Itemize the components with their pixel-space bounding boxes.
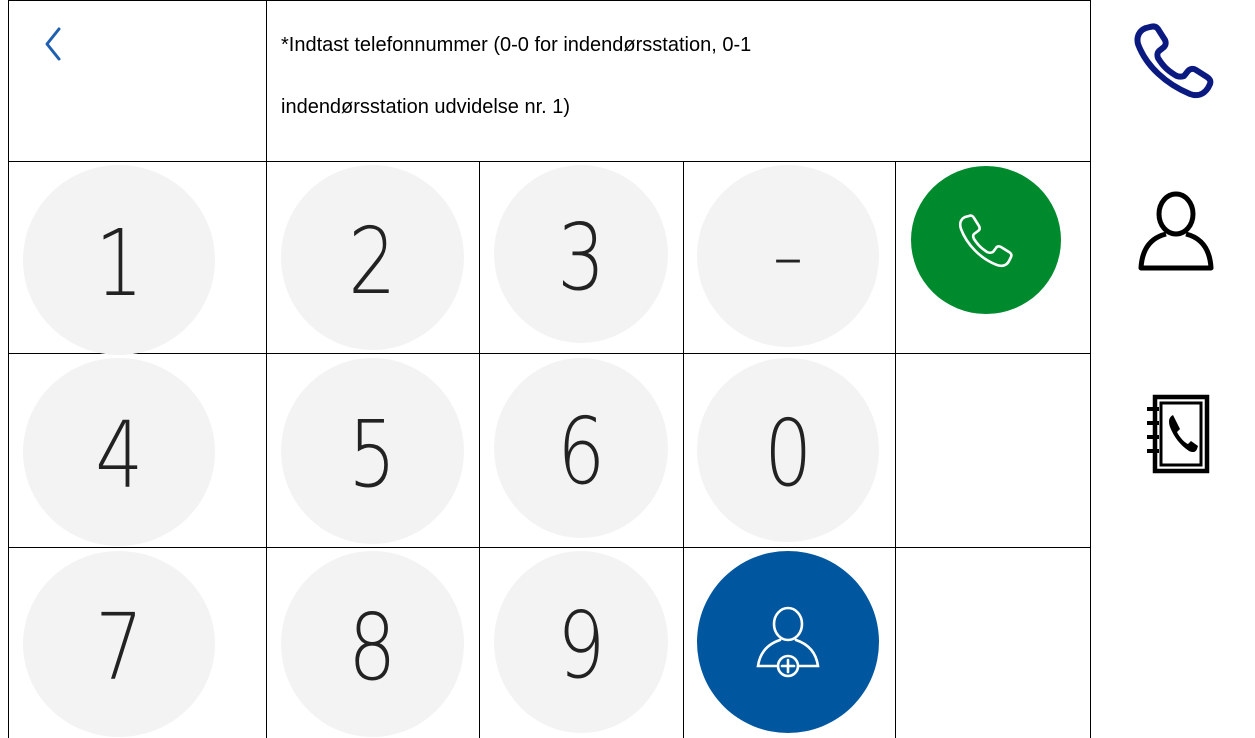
key-7[interactable]: 7 — [23, 551, 215, 737]
grid-line — [8, 161, 1091, 162]
call-button[interactable] — [911, 166, 1061, 314]
key-8[interactable]: 8 — [281, 551, 464, 737]
key-8-label: 8 — [348, 594, 397, 701]
key-3-label: 3 — [556, 204, 605, 311]
key-5-label: 5 — [348, 401, 397, 508]
key-4[interactable]: 4 — [23, 358, 215, 546]
grid-line — [266, 0, 267, 738]
side-tab-dial[interactable] — [1132, 22, 1218, 102]
key-0-label: 0 — [763, 400, 812, 507]
add-contact-icon — [756, 606, 820, 678]
key-5[interactable]: 5 — [281, 358, 464, 544]
side-tab-phonebook[interactable] — [1143, 393, 1211, 475]
grid-line — [683, 161, 684, 738]
key-dash-label: – — [773, 214, 803, 298]
key-3[interactable]: 3 — [494, 165, 668, 343]
side-tab-contacts[interactable] — [1136, 190, 1216, 272]
person-icon — [1138, 191, 1214, 271]
grid-line — [8, 547, 1091, 548]
chevron-left-icon — [45, 27, 61, 61]
grid-line — [8, 353, 1091, 354]
key-2-label: 2 — [348, 207, 397, 315]
phonebook-icon — [1147, 394, 1210, 474]
key-0[interactable]: 0 — [697, 358, 879, 542]
key-2[interactable]: 2 — [281, 165, 464, 350]
key-dash[interactable]: – — [697, 165, 879, 347]
key-9[interactable]: 9 — [494, 551, 668, 733]
key-9-label: 9 — [556, 592, 605, 699]
key-7-label: 7 — [94, 594, 143, 701]
key-6-label: 6 — [556, 398, 605, 505]
prompt-line-1: *Indtast telefonnummer (0-0 for indendør… — [281, 34, 752, 56]
grid-line — [895, 161, 896, 738]
grid-line — [1090, 0, 1091, 738]
prompt-line-2: indendørsstation udvidelse nr. 1) — [281, 96, 571, 118]
key-1[interactable]: 1 — [23, 165, 215, 355]
grid-line — [479, 161, 480, 738]
phone-icon — [958, 214, 1013, 268]
key-6[interactable]: 6 — [494, 358, 668, 538]
add-contact-button[interactable] — [697, 551, 879, 733]
key-1-label: 1 — [94, 210, 143, 317]
phone-number-prompt: *Indtast telefonnummer (0-0 for indendør… — [281, 14, 1081, 138]
back-button[interactable] — [8, 0, 266, 161]
phone-icon — [1134, 23, 1214, 99]
key-4-label: 4 — [94, 402, 143, 509]
